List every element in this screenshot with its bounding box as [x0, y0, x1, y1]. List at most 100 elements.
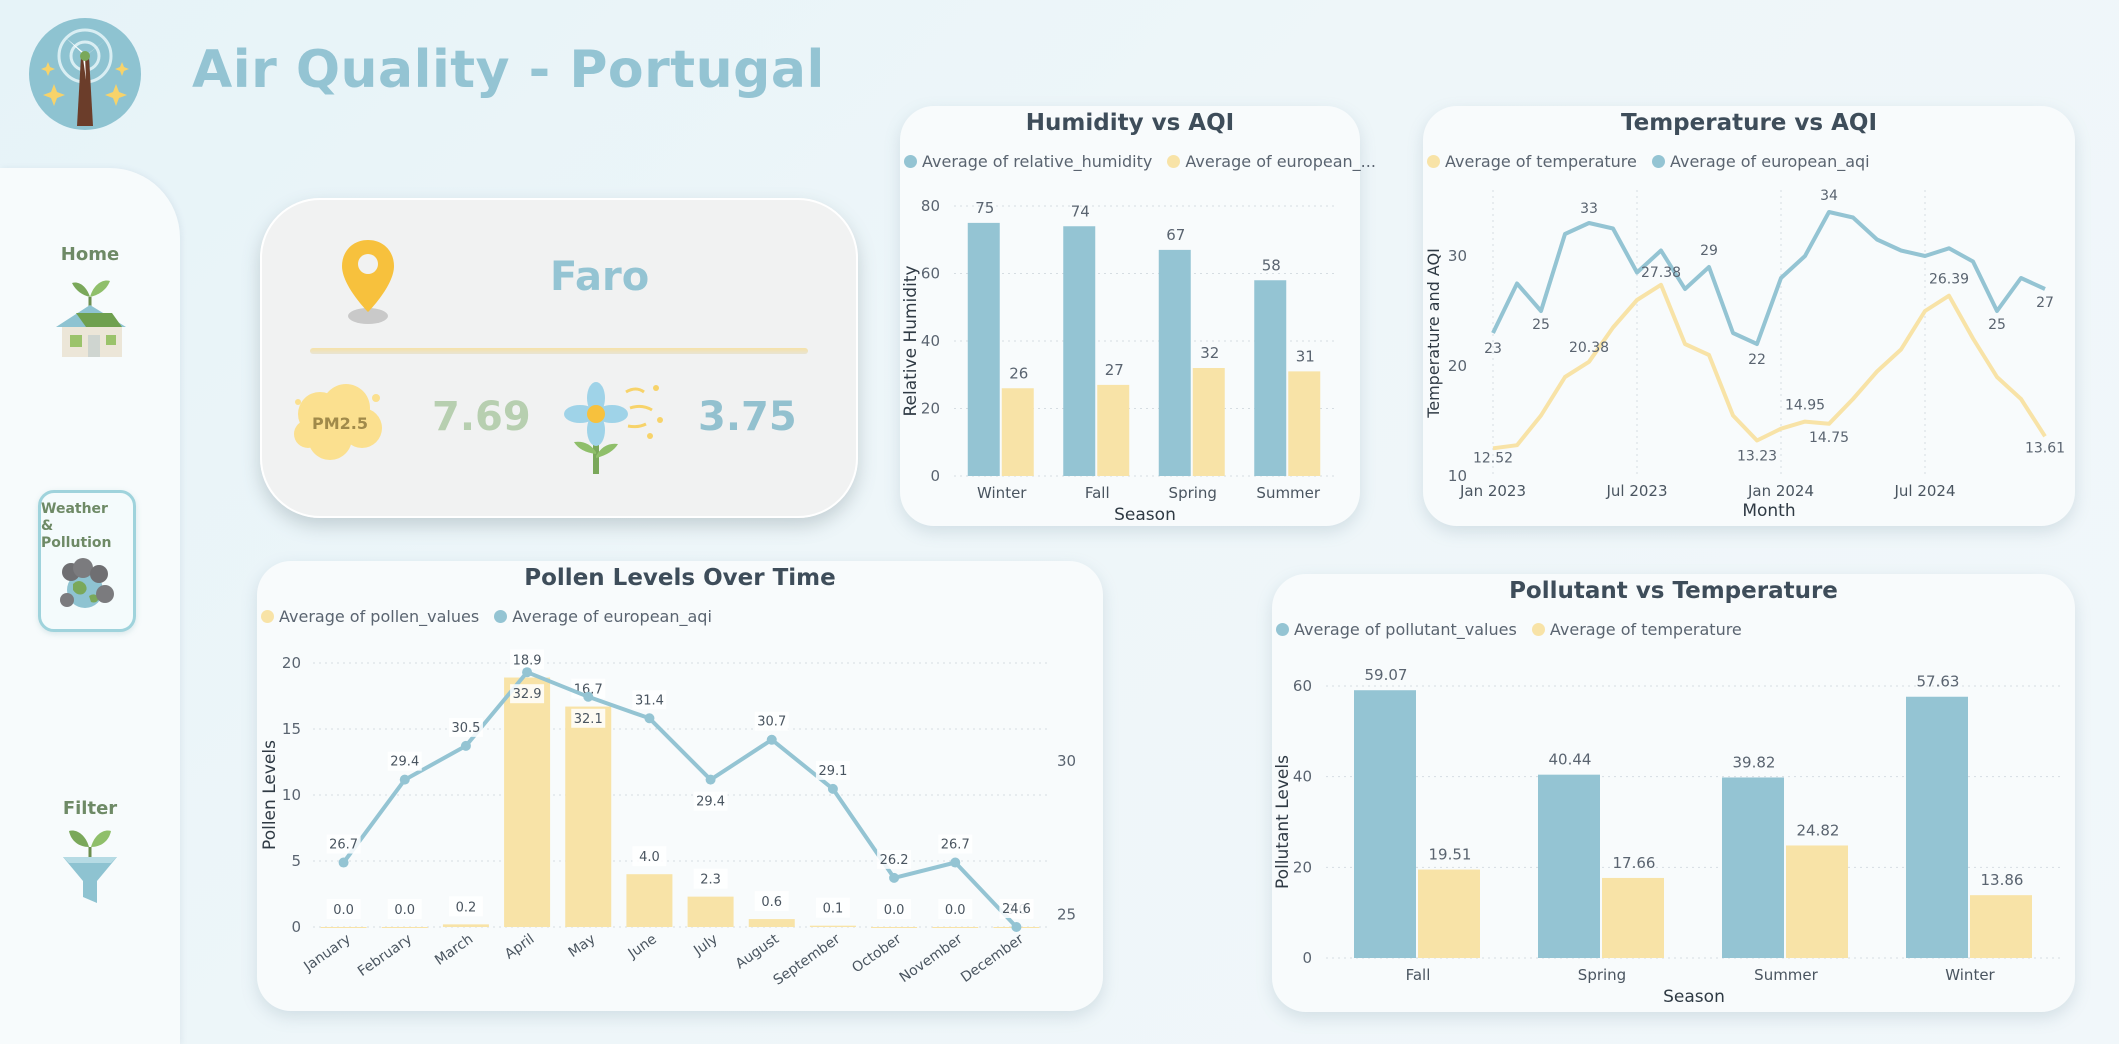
data-label: 40.44: [1549, 751, 1592, 769]
bar: [1602, 877, 1664, 958]
data-label: 20.38: [1569, 340, 1609, 356]
data-label: 33: [1580, 201, 1598, 217]
nav-pollution-label: Pollution: [41, 535, 112, 551]
bar: [932, 927, 979, 928]
data-label: 59.07: [1365, 666, 1408, 684]
data-label: 57.63: [1917, 673, 1960, 691]
polluted-earth-icon: [60, 558, 114, 608]
pollen-value: 3.75: [698, 394, 797, 440]
humidity-bar-chart: 0 20 40 60 80 75 26 Winter 74 27 Fall 67 32 Spring 58 3…: [901, 197, 1336, 525]
bar: [1354, 690, 1416, 958]
data-label: 29.4: [390, 755, 419, 770]
map-pin-icon: [342, 240, 394, 324]
y-tick-label: 20: [921, 400, 940, 418]
x-axis-label: Season: [1114, 505, 1176, 525]
y-axis-label: Pollen Levels: [260, 740, 280, 850]
y-axis-label: Temperature and AQI: [1424, 248, 1443, 419]
x-tick-label: March: [432, 931, 476, 969]
data-label: 18.9: [513, 654, 542, 669]
y-axis-label: Relative Humidity: [901, 265, 921, 416]
x-tick-label: September: [771, 931, 844, 989]
bar: [1063, 226, 1096, 476]
pm25-label: PM2.5: [312, 414, 368, 433]
location-kpi-card: Faro PM2.5 7.69 3.75: [260, 198, 858, 518]
data-label: 26.39: [1929, 272, 1969, 288]
y2-tick-label: 30: [1057, 752, 1076, 770]
x-tick-label: August: [733, 931, 783, 973]
x-tick-label: Jan 2024: [1747, 482, 1814, 500]
bar: [504, 677, 551, 927]
x-tick-label: October: [849, 931, 904, 976]
data-label: 26.7: [941, 838, 970, 853]
y-tick-label: 5: [291, 852, 301, 870]
line-point: [705, 774, 716, 785]
data-label: 0.0: [884, 903, 905, 918]
nav-weather-pollution[interactable]: Weather & Pollution: [38, 490, 136, 632]
x-tick-label: January: [300, 931, 353, 975]
x-tick-label: April: [502, 931, 537, 962]
data-label: 30.5: [451, 721, 480, 736]
data-label: 0.1: [823, 902, 844, 917]
humidity-chart-card: Humidity vs AQI Average of relative_humi…: [900, 106, 1376, 526]
data-label: 29: [1700, 243, 1718, 259]
data-label: 27: [1105, 361, 1124, 379]
data-label: 4.0: [639, 850, 660, 865]
bar: [1192, 368, 1225, 476]
x-tick-label: Jan 2023: [1459, 482, 1526, 500]
y-tick-label: 30: [1448, 247, 1467, 265]
bar: [442, 924, 489, 927]
bar: [967, 222, 1000, 476]
nav-home[interactable]: Home: [0, 244, 180, 371]
x-tick-label: May: [566, 931, 599, 961]
filter-funnel-icon: [63, 830, 117, 903]
line-point: [889, 872, 900, 883]
data-label: 13.61: [2025, 440, 2065, 456]
data-label: 27: [2036, 295, 2054, 311]
data-label: 32: [1200, 344, 1219, 362]
data-label: 13.86: [1981, 871, 2024, 889]
y-tick-label: 20: [282, 654, 301, 672]
data-label: 14.95: [1785, 398, 1825, 414]
data-label: 2.3: [700, 873, 721, 888]
data-label: 30.7: [757, 715, 786, 730]
bar: [320, 927, 367, 928]
line-point: [950, 857, 961, 868]
data-label: 29.4: [696, 795, 725, 810]
bar: [748, 919, 795, 927]
y-tick-label: 60: [1293, 677, 1312, 695]
x-tick-label: Jul 2024: [1893, 482, 1955, 500]
line-point: [338, 857, 349, 868]
nav-filter[interactable]: Filter: [0, 798, 180, 911]
data-label: 26.7: [329, 838, 358, 853]
bar: [1158, 249, 1191, 476]
data-label: 39.82: [1733, 753, 1776, 771]
bar: [1906, 696, 1968, 958]
nav-home-label: Home: [60, 244, 120, 265]
bar: [565, 706, 612, 927]
y-tick-label: 0: [1302, 949, 1312, 967]
x-tick-label: Spring: [1578, 966, 1626, 984]
x-tick-label: June: [625, 931, 660, 962]
temperature-line-chart: 102030Jan 2023 Jul 2023 Jan 2024 Jul 2024Mo…: [1424, 188, 2065, 521]
line-point: [766, 734, 777, 745]
y-tick-label: 20: [1293, 858, 1312, 876]
data-label: 26: [1009, 364, 1028, 382]
data-label: 31.4: [635, 693, 664, 708]
nav-filter-label: Filter: [62, 798, 118, 819]
data-label: 26.2: [880, 853, 909, 868]
line-point: [583, 691, 594, 702]
bar: [687, 896, 734, 927]
bar: [871, 927, 918, 928]
series-line: [341, 670, 1018, 929]
bar: [1970, 895, 2032, 958]
nav-weather-label: Weather: [41, 501, 108, 517]
data-label: 34: [1820, 188, 1838, 204]
data-label: 0.0: [333, 903, 354, 918]
x-tick-label: Summer: [1256, 484, 1320, 502]
data-label: 12.52: [1473, 450, 1513, 466]
line-point: [399, 774, 410, 785]
line-point: [827, 783, 838, 794]
y-tick-label: 0: [291, 918, 301, 936]
data-label: 0.2: [456, 900, 477, 915]
x-tick-label: February: [355, 931, 415, 980]
